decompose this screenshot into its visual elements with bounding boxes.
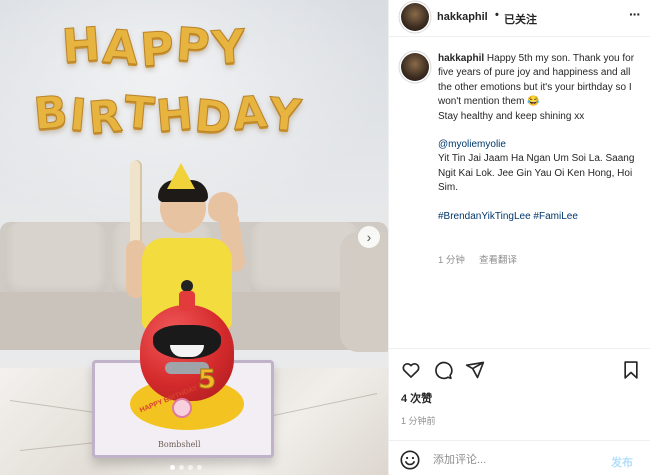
cake-number: 5: [197, 365, 217, 396]
balloon-letter: P: [138, 20, 176, 78]
balloon-letter: A: [100, 18, 140, 76]
balloon-letter: H: [153, 88, 195, 143]
caption-mention[interactable]: @myoliemyolie: [438, 138, 644, 152]
avatar[interactable]: [401, 3, 429, 31]
balloon-letter: A: [230, 86, 270, 141]
comment-icon: [435, 361, 453, 380]
post-photo[interactable]: HAPPY BIRTHDAY HAPPY BIRTHDAY 5 Bombshel…: [0, 0, 388, 475]
header-separator: •: [495, 9, 499, 21]
comment-input[interactable]: [433, 451, 603, 469]
comment-button[interactable]: [431, 358, 455, 382]
save-button[interactable]: [619, 358, 643, 382]
caption-meta: 1 分钟 查看翻译: [438, 252, 517, 266]
balloon-letter: T: [121, 86, 157, 141]
birthday-balloons: BIRTHDAY: [31, 86, 303, 145]
balloon-letter: H: [60, 16, 103, 74]
party-hat: [167, 163, 195, 189]
post-caption: hakkaphil Happy 5th my son. Thank you fo…: [438, 52, 644, 224]
post-actions: [389, 358, 650, 382]
happy-balloons: HAPPY: [60, 16, 248, 77]
balloon-letter: D: [192, 90, 234, 145]
balloon-letter: P: [173, 16, 212, 74]
toy-bat: [130, 160, 142, 246]
carousel-dot: [197, 465, 202, 470]
post-sidebar: hakkaphil • 已关注 ··· hakkaphil Happy 5th …: [388, 0, 650, 475]
balloon-letter: B: [31, 86, 70, 141]
caption-username[interactable]: hakkaphil: [438, 53, 484, 64]
caption-time: 1 分钟: [438, 255, 465, 266]
bookmark-icon: [624, 361, 638, 379]
more-options-icon[interactable]: ···: [629, 6, 641, 22]
cake-topper-body: [179, 291, 195, 311]
caption-text: Stay healthy and keep shining xx: [438, 110, 585, 122]
post-comment-button[interactable]: 发布: [611, 454, 633, 470]
cake-board-label: Bombshell: [158, 440, 201, 449]
emoji-button[interactable]: [399, 449, 421, 471]
see-translation-link[interactable]: 查看翻译: [479, 252, 517, 266]
follow-button[interactable]: 已关注: [504, 11, 537, 27]
actions-divider: [389, 348, 650, 349]
smiley-icon: [400, 450, 420, 470]
sofa-cushion-left: [6, 222, 106, 298]
header-divider: [389, 36, 650, 37]
share-button[interactable]: [463, 358, 487, 382]
carousel-dot: [179, 465, 184, 470]
chevron-right-icon: ›: [366, 229, 372, 245]
carousel-dot: [188, 465, 193, 470]
like-button[interactable]: [399, 358, 423, 382]
cake-badge: [172, 398, 192, 418]
carousel-dot: [170, 465, 175, 470]
post-timestamp: 1 分钟前: [401, 416, 436, 426]
comment-divider: [389, 440, 650, 441]
post-header: hakkaphil • 已关注 ···: [389, 0, 650, 36]
balloon-letter: I: [67, 89, 89, 142]
header-username[interactable]: hakkaphil: [437, 11, 488, 23]
balloon-letter: R: [86, 90, 125, 145]
sofa-arm-right: [340, 232, 388, 352]
carousel-next-button[interactable]: ›: [358, 226, 380, 248]
likes-count[interactable]: 4 次赞: [401, 390, 432, 406]
carousel-dots: [170, 465, 202, 470]
paper-plane-icon: [465, 361, 485, 379]
heart-icon: [402, 362, 420, 378]
balloon-letter: Y: [266, 88, 304, 143]
caption-avatar[interactable]: [401, 53, 429, 81]
balloon-letter: Y: [209, 18, 247, 76]
caption-hashtags[interactable]: #BrendanYikTingLee #FamiLee: [438, 210, 644, 224]
kid-waving-hand: [208, 192, 238, 222]
caption-text: Yit Tin Jai Jaam Ha Ngan Um Soi La. Saan…: [438, 153, 635, 194]
comment-bar: 发布: [389, 446, 650, 475]
